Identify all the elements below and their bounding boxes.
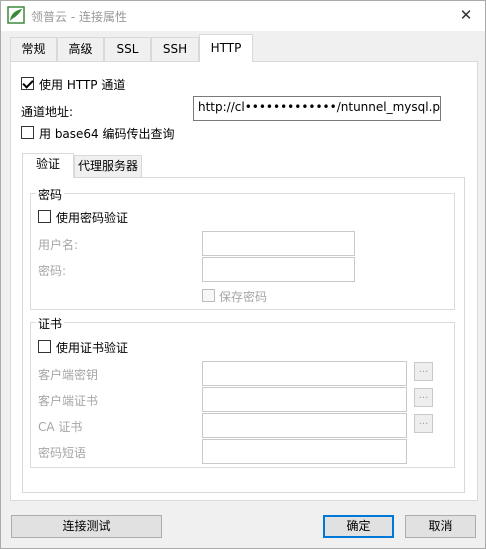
tab-ssh[interactable]: SSH <box>151 37 199 61</box>
connection-properties-dialog: 领普云 - 连接属性 ✕ 常规 高级 SSL SSH HTTP 使用 HTTP … <box>0 0 486 549</box>
use-certificate-label: 使用证书验证 <box>56 341 129 355</box>
tab-http[interactable]: HTTP <box>199 34 253 62</box>
cancel-button[interactable]: 取消 <box>405 515 476 538</box>
certificate-group-title: 证书 <box>36 315 65 332</box>
passphrase-input[interactable] <box>202 439 407 464</box>
password-label: 密码: <box>38 264 67 278</box>
ca-cert-browse-button[interactable]: ... <box>414 414 433 433</box>
tab-general[interactable]: 常规 <box>10 37 57 61</box>
ca-cert-input[interactable] <box>202 413 407 438</box>
password-input[interactable] <box>202 257 355 282</box>
password-group-title: 密码 <box>36 186 65 203</box>
client-cert-label: 客户端证书 <box>38 394 99 408</box>
save-password-label: 保存密码 <box>219 290 268 304</box>
use-http-tunnel-checkbox[interactable] <box>21 77 34 90</box>
use-password-checkbox[interactable] <box>38 210 51 223</box>
tunnel-url-label: 通道地址: <box>21 105 74 119</box>
username-input[interactable] <box>202 231 355 256</box>
window-title: 领普云 - 连接属性 <box>31 10 127 24</box>
test-connection-button[interactable]: 连接测试 <box>11 515 162 538</box>
use-password-label: 使用密码验证 <box>56 211 129 225</box>
ok-button[interactable]: 确定 <box>323 515 394 538</box>
client-key-label: 客户端密钥 <box>38 368 99 382</box>
base64-label: 用 base64 编码传出查询 <box>39 127 175 141</box>
tunnel-url-input[interactable]: http://cl•••••••••••••/ntunnel_mysql.p <box>193 96 441 121</box>
save-password-checkbox[interactable] <box>202 289 215 302</box>
client-key-input[interactable] <box>202 361 407 386</box>
use-http-tunnel-label: 使用 HTTP 通道 <box>39 78 126 92</box>
ca-cert-label: CA 证书 <box>38 420 83 434</box>
base64-checkbox[interactable] <box>21 126 34 139</box>
tab-authentication[interactable]: 验证 <box>22 153 74 178</box>
tab-advanced[interactable]: 高级 <box>57 37 104 61</box>
client-key-browse-button[interactable]: ... <box>414 362 433 381</box>
tab-ssl[interactable]: SSL <box>104 37 151 61</box>
app-logo-icon <box>7 6 25 24</box>
client-cert-input[interactable] <box>202 387 407 412</box>
title-bar[interactable]: 领普云 - 连接属性 ✕ <box>1 1 485 31</box>
passphrase-label: 密码短语 <box>38 446 87 460</box>
client-cert-browse-button[interactable]: ... <box>414 388 433 407</box>
use-certificate-checkbox[interactable] <box>38 340 51 353</box>
close-button[interactable]: ✕ <box>453 3 479 27</box>
tab-proxy-server[interactable]: 代理服务器 <box>74 155 142 177</box>
username-label: 用户名: <box>38 238 79 252</box>
